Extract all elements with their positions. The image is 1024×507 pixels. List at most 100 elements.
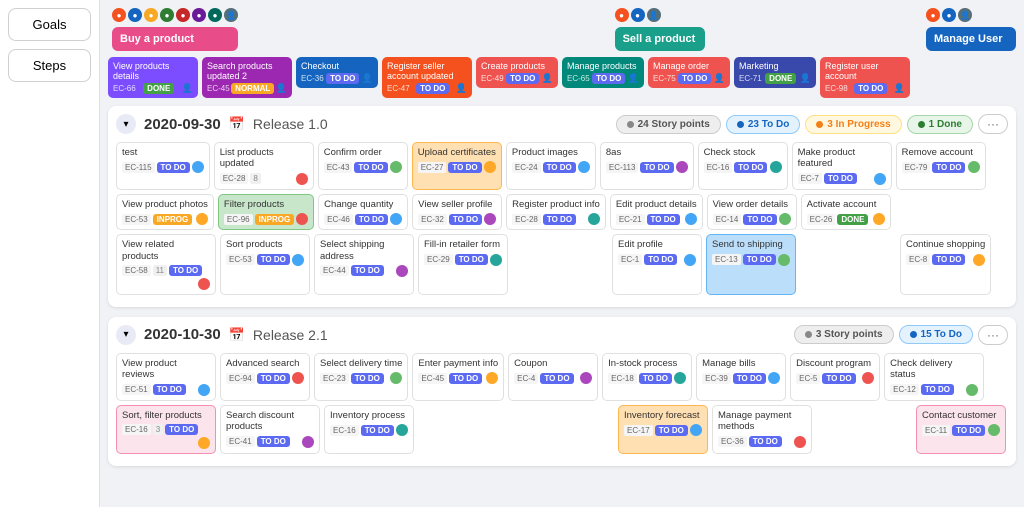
icon-yellow: ●: [144, 8, 158, 22]
epic-sell-product[interactable]: Sell a product: [615, 27, 705, 51]
step-marketing[interactable]: Marketing EC-71 DONE 👤: [734, 57, 816, 88]
task-delivery-time[interactable]: Select delivery time EC-23 TO DO: [314, 353, 408, 401]
task-list-products[interactable]: List products updated EC-28 8: [214, 142, 314, 190]
task-register-product[interactable]: Register product info EC-28 TO DO: [506, 194, 606, 230]
avatar: [580, 372, 592, 384]
task-make-featured[interactable]: Make product featured EC-7 TO DO: [792, 142, 892, 190]
icon-person2: 👤: [647, 8, 661, 22]
avatar: [292, 254, 304, 266]
release1-badges: 24 Story points 23 To Do 3 In Progress 1…: [616, 114, 1008, 134]
icon-purple: ●: [192, 8, 206, 22]
task-contact-customer[interactable]: Contact customer EC-11 TO DO: [916, 405, 1006, 454]
avatar: [390, 161, 402, 173]
task-inventory-forecast[interactable]: Inventory forecast EC-17 TO DO: [618, 405, 708, 454]
badge-story-points: 24 Story points: [616, 115, 721, 134]
release1-more-btn[interactable]: ···: [978, 114, 1008, 134]
sidebar: Goals Steps: [0, 0, 100, 507]
avatar: [874, 173, 886, 185]
epic-manage-user[interactable]: Manage User: [926, 27, 1016, 51]
avatar: [588, 213, 600, 225]
badge2-todo: 15 To Do: [899, 325, 973, 344]
task-confirm-order[interactable]: Confirm order EC-43 TO DO: [318, 142, 408, 190]
task-inventory-proc[interactable]: Inventory process EC-16 TO DO: [324, 405, 414, 454]
task-adv-search[interactable]: Advanced search EC-94 TO DO: [220, 353, 310, 401]
task-upload-certs[interactable]: Upload certificates EC-27 TO DO: [412, 142, 502, 190]
release1-name: Release 1.0: [253, 116, 328, 132]
task-shipping-addr[interactable]: Select shipping address EC-44 TO DO: [314, 234, 414, 295]
task-change-qty[interactable]: Change quantity EC-46 TO DO: [318, 194, 408, 230]
task-payment-info[interactable]: Enter payment info EC-45 TO DO: [412, 353, 504, 401]
step-manage-products[interactable]: Manage products EC-65 TO DO 👤: [562, 57, 644, 88]
icon-red: ●: [176, 8, 190, 22]
epic-buy-product[interactable]: Buy a product: [112, 27, 238, 51]
icon-person3: 👤: [958, 8, 972, 22]
task-discount-prog[interactable]: Discount program EC-5 TO DO: [790, 353, 880, 401]
task-payment-methods[interactable]: Manage payment methods EC-36 TO DO: [712, 405, 812, 454]
avatar: [198, 278, 210, 290]
task-view-photos[interactable]: View product photos EC-53 INPROG: [116, 194, 214, 230]
step-manage-order[interactable]: Manage order EC-75 TO DO 👤: [648, 57, 730, 88]
avatar: [768, 372, 780, 384]
task-coupon[interactable]: Coupon EC-4 TO DO: [508, 353, 598, 401]
task-send-shipping[interactable]: Send to shipping EC-13 TO DO: [706, 234, 796, 295]
task-spacer1: [512, 234, 608, 295]
release2-more-btn[interactable]: ···: [978, 325, 1008, 345]
release2-name: Release 2.1: [253, 327, 328, 343]
step-create-products[interactable]: Create products EC-49 TO DO 👤: [476, 57, 558, 88]
task-view-related[interactable]: View related products EC-58 11 TO DO: [116, 234, 216, 295]
task-manage-bills[interactable]: Manage bills EC-39 TO DO: [696, 353, 786, 401]
task-retailer-form[interactable]: Fill-in retailer form EC-29 TO DO: [418, 234, 508, 295]
task-filter-products[interactable]: Filter products EC-96 INPROG: [218, 194, 314, 230]
icon-orange2: ●: [615, 8, 629, 22]
avatar: [490, 254, 502, 266]
release2-row1: View product reviews EC-51 TO DO Advance…: [116, 353, 1008, 401]
task-test[interactable]: test EC-115 TO DO: [116, 142, 210, 190]
task-remove-account[interactable]: Remove account EC-79 TO DO: [896, 142, 986, 190]
release2-toggle[interactable]: ▾: [116, 325, 136, 345]
avatar: [770, 161, 782, 173]
task-search-discount[interactable]: Search discount products EC-41 TO DO: [220, 405, 320, 454]
task-check-delivery[interactable]: Check delivery status EC-12 TO DO: [884, 353, 984, 401]
step-register-user[interactable]: Register user account EC-98 TO DO 👤: [820, 57, 910, 98]
avatar: [198, 437, 210, 449]
avatar: [390, 213, 402, 225]
step-register-seller[interactable]: Register seller account updated EC-47 TO…: [382, 57, 472, 98]
icon-green: ●: [160, 8, 174, 22]
avatar: [578, 161, 590, 173]
task-sort-products[interactable]: Sort products EC-53 TO DO: [220, 234, 310, 295]
calendar-icon: 📅: [229, 116, 245, 132]
icon-person: 👤: [224, 8, 238, 22]
task-product-reviews[interactable]: View product reviews EC-51 TO DO: [116, 353, 216, 401]
task-8as[interactable]: 8as EC-113 TO DO: [600, 142, 694, 190]
task-continue-shopping[interactable]: Continue shopping EC-8 TO DO: [900, 234, 991, 295]
step-checkout[interactable]: Checkout EC-36 TO DO 👤: [296, 57, 378, 88]
avatar: [873, 213, 885, 225]
task-activate-account[interactable]: Activate account EC-26 DONE: [801, 194, 891, 230]
icon-orange: ●: [112, 8, 126, 22]
task-edit-profile[interactable]: Edit profile EC-1 TO DO: [612, 234, 702, 295]
release1-row3: View related products EC-58 11 TO DO Sor…: [116, 234, 1008, 295]
task-seller-profile[interactable]: View seller profile EC-32 TO DO: [412, 194, 502, 230]
step-search-products[interactable]: Search products updated 2 EC-45 NORMAL 👤: [202, 57, 292, 98]
avatar: [690, 424, 702, 436]
release-2: ▾ 2020-10-30 📅 Release 2.1 3 Story point…: [108, 317, 1016, 466]
avatar: [484, 161, 496, 173]
avatar: [973, 254, 985, 266]
avatar: [862, 372, 874, 384]
task-instock-process[interactable]: In-stock process EC-18 TO DO: [602, 353, 692, 401]
badge-todo: 23 To Do: [726, 115, 800, 134]
task-edit-product[interactable]: Edit product details EC-21 TO DO: [610, 194, 703, 230]
task-check-stock[interactable]: Check stock EC-16 TO DO: [698, 142, 788, 190]
badge-done: 1 Done: [907, 115, 973, 134]
sidebar-goals-btn[interactable]: Goals: [8, 8, 91, 41]
release-1: ▾ 2020-09-30 📅 Release 1.0 24 Story poin…: [108, 106, 1016, 307]
icon-orange3: ●: [926, 8, 940, 22]
task-sort-filter[interactable]: Sort, filter products EC-16 3 TO DO: [116, 405, 216, 454]
task-view-order[interactable]: View order details EC-14 TO DO: [707, 194, 797, 230]
sidebar-steps-btn[interactable]: Steps: [8, 49, 91, 82]
release1-toggle[interactable]: ▾: [116, 114, 136, 134]
task-product-images[interactable]: Product images EC-24 TO DO: [506, 142, 596, 190]
avatar: [778, 254, 790, 266]
avatar: [966, 384, 978, 396]
step-view-products[interactable]: View products details EC-66 DONE 👤: [108, 57, 198, 98]
